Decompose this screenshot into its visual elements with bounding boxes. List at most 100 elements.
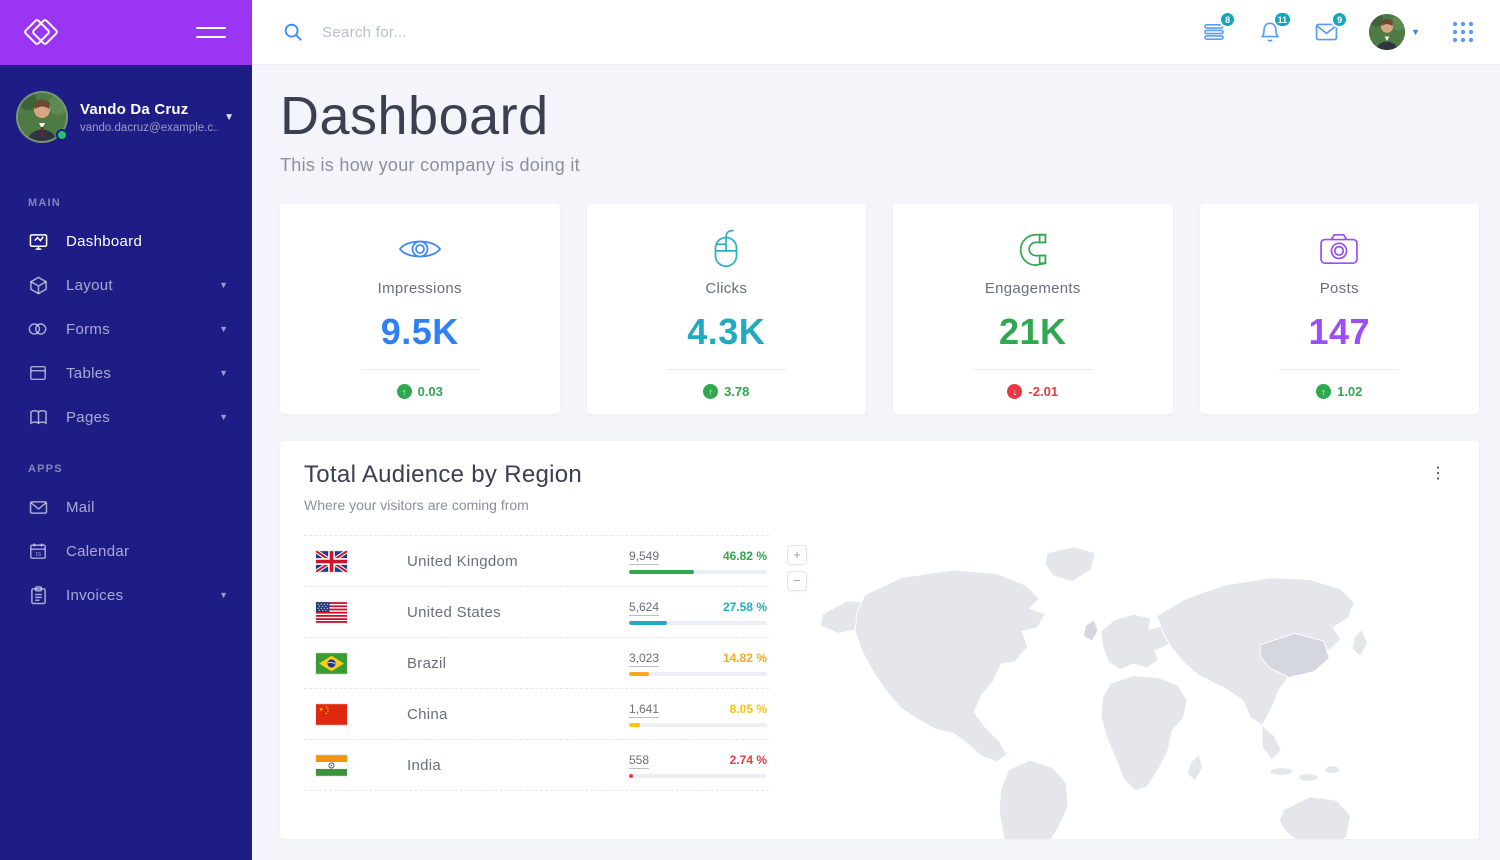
country-name: United States — [407, 604, 501, 621]
sidebar-toggle-icon[interactable] — [196, 20, 226, 45]
stat-cards-row: Impressions 9.5K ↑ 0.03 Clicks 4.3K ↑ 3.… — [280, 204, 1479, 414]
map-zoom-in-button[interactable]: + — [787, 545, 807, 565]
sidebar-nav: MAIN Dashboard Layout ▼ Forms ▼ Tables ▼ — [0, 167, 252, 617]
progress-track — [629, 672, 767, 676]
flag-brazil-icon — [316, 653, 347, 674]
progress-fill — [629, 723, 641, 727]
sidebar-item-invoices[interactable]: Invoices ▼ — [0, 573, 252, 617]
progress-track — [629, 621, 767, 625]
country-row-india[interactable]: India 558 2.74 % — [304, 740, 769, 791]
search-input[interactable] — [322, 23, 742, 41]
panel-subtitle: Where your visitors are coming from — [304, 497, 529, 513]
country-value: 1,641 — [629, 702, 660, 718]
stat-change-value: 0.03 — [417, 384, 443, 399]
calendar-icon: 15 — [28, 541, 48, 561]
topbar-avatar-menu[interactable]: ▼ — [1369, 14, 1420, 50]
kebab-menu-icon[interactable]: ⋮ — [1422, 461, 1455, 485]
sidebar-item-label: Mail — [66, 498, 95, 516]
svg-text:15: 15 — [35, 552, 41, 558]
sidebar-item-forms[interactable]: Forms ▼ — [0, 307, 252, 351]
country-row-china[interactable]: China 1,641 8.05 % — [304, 689, 769, 740]
flag-united-kingdom-icon — [316, 551, 347, 572]
messages-icon[interactable]: 9 — [1313, 11, 1349, 45]
toggle-icon — [28, 319, 48, 339]
dashboard-icon — [28, 231, 48, 251]
country-name: United Kingdom — [407, 553, 518, 570]
country-value: 5,624 — [629, 600, 660, 616]
brand-logo-icon[interactable] — [22, 16, 60, 50]
mail-icon — [28, 497, 48, 517]
page-subtitle: This is how your company is doing it — [280, 155, 580, 175]
tasks-icon[interactable]: 8 — [1201, 11, 1237, 45]
chevron-down-icon: ▼ — [219, 280, 228, 290]
arrow-down-circle-icon: ↓ — [1007, 384, 1023, 399]
country-percent: 14.82 % — [722, 651, 767, 665]
notifications-bell-icon[interactable]: 11 — [1257, 11, 1293, 45]
country-row-brazil[interactable]: Brazil 3,023 14.82 % — [304, 638, 769, 689]
topbar: 8 11 9 ▼ — [252, 0, 1500, 65]
eye-icon — [397, 228, 443, 270]
arrow-up-circle-icon: ↑ — [703, 384, 719, 399]
country-percent: 8.05 % — [729, 702, 767, 716]
stat-change: ↑ 3.78 — [703, 384, 749, 399]
sidebar-item-mail[interactable]: Mail — [0, 485, 252, 529]
chevron-down-icon: ▼ — [1411, 27, 1420, 37]
stat-label: Posts — [1319, 280, 1359, 297]
user-avatar — [1369, 14, 1406, 50]
stat-label: Clicks — [705, 280, 748, 297]
country-name: Brazil — [407, 655, 447, 672]
stat-card-clicks: Clicks 4.3K ↑ 3.78 — [586, 204, 866, 414]
chevron-down-icon: ▼ — [219, 412, 228, 422]
country-row-uk[interactable]: United Kingdom 9,549 46.82 % — [304, 535, 769, 587]
notifications-badge: 11 — [1272, 11, 1293, 28]
stat-change-value: -2.01 — [1028, 384, 1059, 399]
flag-united-states-icon — [316, 602, 347, 623]
flag-china-icon — [316, 704, 347, 725]
flag-india-icon — [316, 755, 347, 776]
stat-value: 21K — [998, 311, 1067, 352]
sidebar-user-card[interactable]: Vando Da Cruz vando.dacruz@example.c... … — [0, 65, 252, 167]
stat-card-engagements: Engagements 21K ↓ -2.01 — [893, 204, 1173, 414]
progress-fill — [629, 570, 694, 574]
stat-change: ↓ -2.01 — [1007, 384, 1058, 399]
chevron-down-icon[interactable]: ▼ — [224, 112, 234, 123]
apps-grid-icon[interactable] — [1450, 19, 1476, 45]
search-icon[interactable] — [282, 21, 304, 43]
brand-bar — [0, 0, 252, 65]
stat-card-impressions: Impressions 9.5K ↑ 0.03 — [280, 204, 560, 414]
arrow-up-circle-icon: ↑ — [396, 384, 412, 399]
country-percent: 46.82 % — [722, 549, 767, 563]
stat-value: 9.5K — [380, 311, 459, 352]
sidebar-item-tables[interactable]: Tables ▼ — [0, 351, 252, 395]
sidebar-item-calendar[interactable]: 15 Calendar — [0, 529, 252, 573]
sidebar-item-pages[interactable]: Pages ▼ — [0, 395, 252, 439]
page-title: Dashboard — [280, 86, 549, 146]
progress-track — [629, 570, 767, 574]
country-percent: 27.58 % — [722, 600, 767, 614]
progress-track — [629, 774, 767, 778]
divider — [359, 369, 480, 370]
country-name: China — [407, 706, 448, 723]
progress-fill — [629, 621, 668, 625]
stat-label: Impressions — [377, 280, 462, 297]
sidebar-item-label: Layout — [66, 276, 113, 294]
sidebar-item-layout[interactable]: Layout ▼ — [0, 263, 252, 307]
world-map[interactable]: + − — [769, 535, 1455, 839]
user-name: Vando Da Cruz — [80, 100, 189, 118]
stat-change-value: 1.02 — [1337, 384, 1363, 399]
country-row-us[interactable]: United States 5,624 27.58 % — [304, 587, 769, 638]
map-zoom-out-button[interactable]: − — [787, 571, 807, 591]
country-percent: 2.74 % — [729, 753, 767, 767]
nav-section-main: MAIN — [28, 197, 61, 209]
main-column: 8 11 9 ▼ — [252, 0, 1500, 860]
sidebar-item-dashboard[interactable]: Dashboard — [0, 219, 252, 263]
stat-change: ↑ 0.03 — [396, 384, 443, 399]
progress-track — [629, 723, 767, 727]
sidebar-item-label: Pages — [66, 408, 111, 426]
divider — [1279, 369, 1400, 370]
content: Dashboard This is how your company is do… — [252, 65, 1500, 860]
stat-value: 147 — [1308, 311, 1371, 352]
tasks-badge: 8 — [1219, 11, 1237, 28]
stat-change-value: 3.78 — [724, 384, 750, 399]
world-map-graphic — [819, 546, 1369, 839]
